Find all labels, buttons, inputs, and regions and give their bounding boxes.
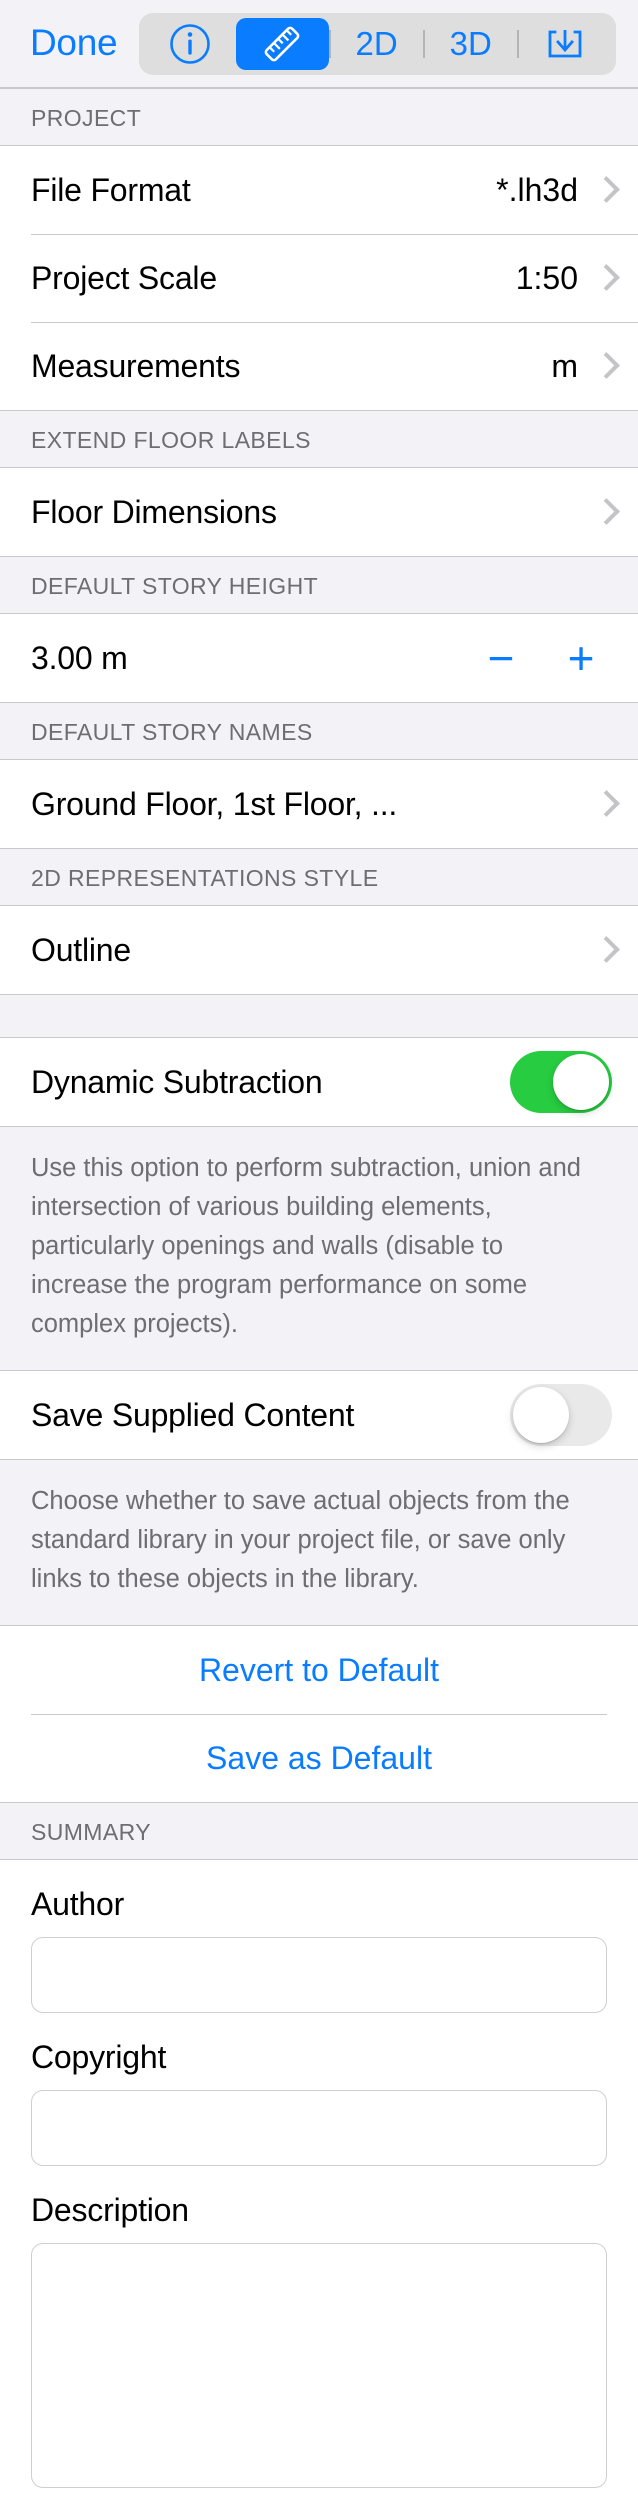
copyright-field[interactable] [31, 2090, 607, 2166]
dynamic-subtraction-label: Dynamic Subtraction [31, 1063, 323, 1100]
row-default-story-height: 3.00 m − + [0, 614, 638, 702]
row-dynamic-subtraction: Dynamic Subtraction [0, 1038, 638, 1126]
chevron-right-icon [596, 352, 612, 380]
section-header-2d-representations-style: 2D REPRESENTATIONS STYLE [0, 848, 638, 906]
row-project-scale-label: Project Scale [31, 259, 217, 296]
save-as-default-button[interactable]: Save as Default [0, 1714, 638, 1802]
copyright-label: Copyright [31, 2039, 167, 2075]
author-label: Author [31, 1886, 125, 1922]
done-button[interactable]: Done [30, 24, 118, 64]
story-height-stepper: − + [478, 635, 604, 681]
segment-2d[interactable]: 2D [331, 18, 423, 70]
row-measurements-label: Measurements [31, 347, 241, 384]
save-supplied-content-toggle[interactable] [510, 1384, 612, 1446]
toggle-knob [553, 1054, 609, 1110]
summary-form: Author Copyright Description [0, 1860, 638, 2488]
description-field[interactable] [31, 2243, 607, 2488]
chevron-right-icon [596, 936, 612, 964]
row-file-format[interactable]: File Format *.lh3d [0, 146, 638, 234]
row-project-scale-value: 1:50 [515, 259, 578, 296]
chevron-right-icon [596, 790, 612, 818]
dynamic-subtraction-toggle[interactable] [510, 1051, 612, 1113]
row-floor-dimensions-label: Floor Dimensions [31, 493, 277, 530]
segment-info[interactable] [144, 18, 236, 70]
view-mode-segmented-control: 2D 3D [139, 12, 616, 75]
info-circle-icon [169, 23, 211, 65]
row-outline-style[interactable]: Outline [0, 906, 638, 994]
chevron-right-icon [596, 176, 612, 204]
section-header-extend-floor-labels: EXTEND FLOOR LABELS [0, 410, 638, 468]
chevron-right-icon [596, 498, 612, 526]
section-spacer [0, 994, 638, 1038]
row-measurements-value: m [551, 347, 578, 384]
row-default-story-names-label: Ground Floor, 1st Floor, ... [31, 785, 398, 822]
export-download-icon [544, 23, 586, 65]
top-toolbar: Done 2D 3D [0, 0, 638, 88]
author-field[interactable] [31, 1937, 607, 2013]
ruler-icon [260, 22, 304, 66]
save-supplied-content-label: Save Supplied Content [31, 1396, 355, 1433]
save-supplied-content-footnote: Choose whether to save actual objects fr… [0, 1459, 638, 1626]
segment-3d[interactable]: 3D [425, 18, 517, 70]
section-header-default-story-height: DEFAULT STORY HEIGHT [0, 556, 638, 614]
section-header-default-story-names: DEFAULT STORY NAMES [0, 702, 638, 760]
segment-export[interactable] [519, 18, 611, 70]
row-default-story-names[interactable]: Ground Floor, 1st Floor, ... [0, 760, 638, 848]
chevron-right-icon [596, 264, 612, 292]
row-outline-style-label: Outline [31, 931, 131, 968]
stepper-plus-button[interactable]: + [558, 635, 604, 681]
section-header-summary: SUMMARY [0, 1802, 638, 1860]
row-file-format-value: *.lh3d [496, 171, 578, 208]
description-label: Description [31, 2192, 189, 2228]
stepper-minus-button[interactable]: − [478, 635, 524, 681]
revert-to-default-button[interactable]: Revert to Default [0, 1626, 638, 1714]
default-story-height-value: 3.00 m [31, 639, 128, 676]
section-header-project: PROJECT [0, 88, 638, 146]
row-save-supplied-content: Save Supplied Content [0, 1371, 638, 1459]
row-project-scale[interactable]: Project Scale 1:50 [0, 234, 638, 322]
dynamic-subtraction-footnote: Use this option to perform subtraction, … [0, 1126, 638, 1371]
segment-ruler[interactable] [236, 17, 329, 70]
toggle-knob [513, 1387, 569, 1443]
row-floor-dimensions[interactable]: Floor Dimensions [0, 468, 638, 556]
row-file-format-label: File Format [31, 171, 191, 208]
row-measurements[interactable]: Measurements m [0, 322, 638, 410]
